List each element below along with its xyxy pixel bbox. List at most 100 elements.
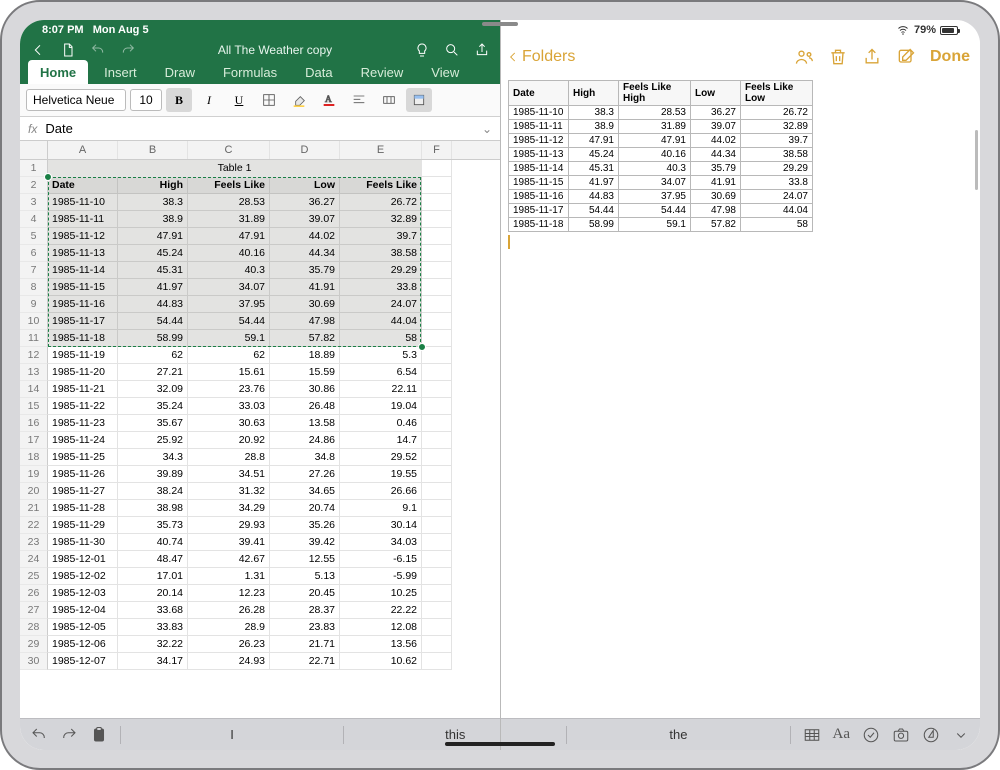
markup-icon[interactable] [922,726,940,744]
cell[interactable]: 17.01 [118,568,188,585]
row-header[interactable]: 8 [20,279,48,296]
cell[interactable]: 38.9 [118,211,188,228]
cell[interactable]: 1985-11-24 [48,432,118,449]
cell[interactable]: 29.93 [188,517,270,534]
cell[interactable]: 10.62 [340,653,422,670]
cell[interactable]: 33.8 [340,279,422,296]
cell[interactable]: 26.66 [340,483,422,500]
cell[interactable]: 44.83 [118,296,188,313]
cell[interactable]: 26.72 [340,194,422,211]
search-icon[interactable] [444,42,460,58]
cell[interactable]: 1985-12-06 [48,636,118,653]
notes-body[interactable]: DateHighFeels Like HighLowFeels Like Low… [500,76,980,750]
col-header-F[interactable]: F [422,141,452,159]
cell[interactable] [422,228,452,245]
cell[interactable]: 30.14 [340,517,422,534]
cell[interactable]: Low [270,177,340,194]
cell[interactable]: 31.32 [188,483,270,500]
table-title-cell[interactable]: Table 1 [48,160,422,177]
kb-undo-icon[interactable] [30,726,48,744]
merge-button[interactable] [376,88,402,112]
cell[interactable]: 21.71 [270,636,340,653]
cell[interactable]: 1985-11-11 [48,211,118,228]
cell[interactable]: 39.42 [270,534,340,551]
borders-button[interactable] [256,88,282,112]
cell[interactable] [422,415,452,432]
row-header[interactable]: 3 [20,194,48,211]
cell[interactable]: 42.67 [188,551,270,568]
cell[interactable]: 32.09 [118,381,188,398]
cell[interactable]: 35.79 [270,262,340,279]
cell[interactable]: 48.47 [118,551,188,568]
cell[interactable] [422,245,452,262]
font-color-button[interactable]: A [316,88,342,112]
split-divider[interactable] [500,20,501,750]
selection-handle[interactable] [44,173,52,181]
cell[interactable]: 15.61 [188,364,270,381]
font-selector[interactable]: Helvetica Neue [26,89,126,111]
cell[interactable] [422,619,452,636]
cell[interactable]: 38.3 [118,194,188,211]
cell[interactable] [422,449,452,466]
cell[interactable]: 19.04 [340,398,422,415]
cell[interactable]: 1985-11-25 [48,449,118,466]
cell[interactable]: 1985-11-20 [48,364,118,381]
row-header[interactable]: 29 [20,636,48,653]
cell[interactable]: 35.73 [118,517,188,534]
cell[interactable]: 27.21 [118,364,188,381]
row-header[interactable]: 30 [20,653,48,670]
collaborate-icon[interactable] [794,47,814,67]
cell[interactable] [422,636,452,653]
row-header[interactable]: 6 [20,245,48,262]
cell[interactable]: Feels Like High [188,177,270,194]
cell[interactable]: 58 [340,330,422,347]
cell[interactable] [422,534,452,551]
cell[interactable]: 39.89 [118,466,188,483]
align-button[interactable] [346,88,372,112]
cell[interactable]: 10.25 [340,585,422,602]
cell[interactable]: 1985-12-07 [48,653,118,670]
cell[interactable]: 1985-11-15 [48,279,118,296]
selection-handle[interactable] [418,343,426,351]
cell[interactable]: 18.89 [270,347,340,364]
cell[interactable]: 1985-11-28 [48,500,118,517]
tab-review[interactable]: Review [349,60,416,84]
cell[interactable]: 30.63 [188,415,270,432]
select-all-corner[interactable] [20,141,48,159]
cell[interactable]: 30.86 [270,381,340,398]
cell[interactable]: 39.07 [270,211,340,228]
row-header[interactable]: 10 [20,313,48,330]
cell[interactable] [422,330,452,347]
cell[interactable]: 38.24 [118,483,188,500]
cell[interactable]: 34.51 [188,466,270,483]
undo-icon[interactable] [90,42,106,58]
cell[interactable]: 20.92 [188,432,270,449]
cell[interactable]: 13.58 [270,415,340,432]
tab-insert[interactable]: Insert [92,60,149,84]
row-header[interactable]: 28 [20,619,48,636]
row-header[interactable]: 23 [20,534,48,551]
fx-expand-icon[interactable]: ⌄ [482,122,492,136]
cell[interactable]: 24.07 [340,296,422,313]
text-format-button[interactable]: Aa [833,726,851,743]
notes-back-button[interactable]: Folders [506,48,575,66]
cell[interactable]: 28.53 [188,194,270,211]
tab-data[interactable]: Data [293,60,344,84]
cell[interactable] [422,194,452,211]
checklist-icon[interactable] [862,726,880,744]
bold-button[interactable]: B [166,88,192,112]
row-header[interactable]: 4 [20,211,48,228]
cell[interactable]: 1985-11-21 [48,381,118,398]
cell[interactable]: 1985-11-14 [48,262,118,279]
cell[interactable]: 6.54 [340,364,422,381]
suggestion-2[interactable]: this [356,727,554,742]
cell[interactable]: 0.46 [340,415,422,432]
compose-icon[interactable] [896,47,916,67]
cell[interactable]: 62 [188,347,270,364]
cell[interactable]: 54.44 [188,313,270,330]
cell[interactable]: 1985-12-03 [48,585,118,602]
cell[interactable] [422,211,452,228]
cell[interactable]: 34.8 [270,449,340,466]
cell[interactable] [422,381,452,398]
cell[interactable] [422,551,452,568]
